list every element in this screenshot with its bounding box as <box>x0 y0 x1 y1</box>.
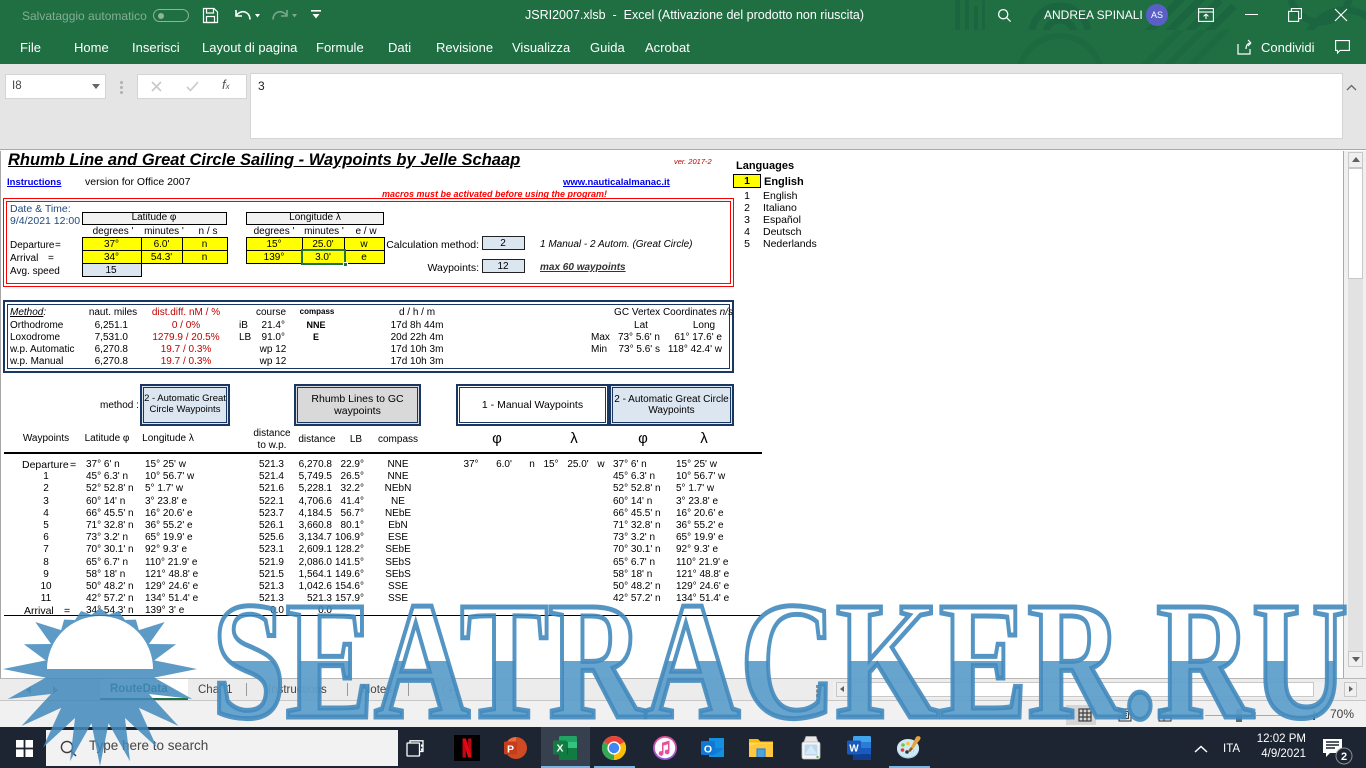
svg-text:SEATRACKER.RU: SEATRACKER.RU <box>212 568 1348 754</box>
